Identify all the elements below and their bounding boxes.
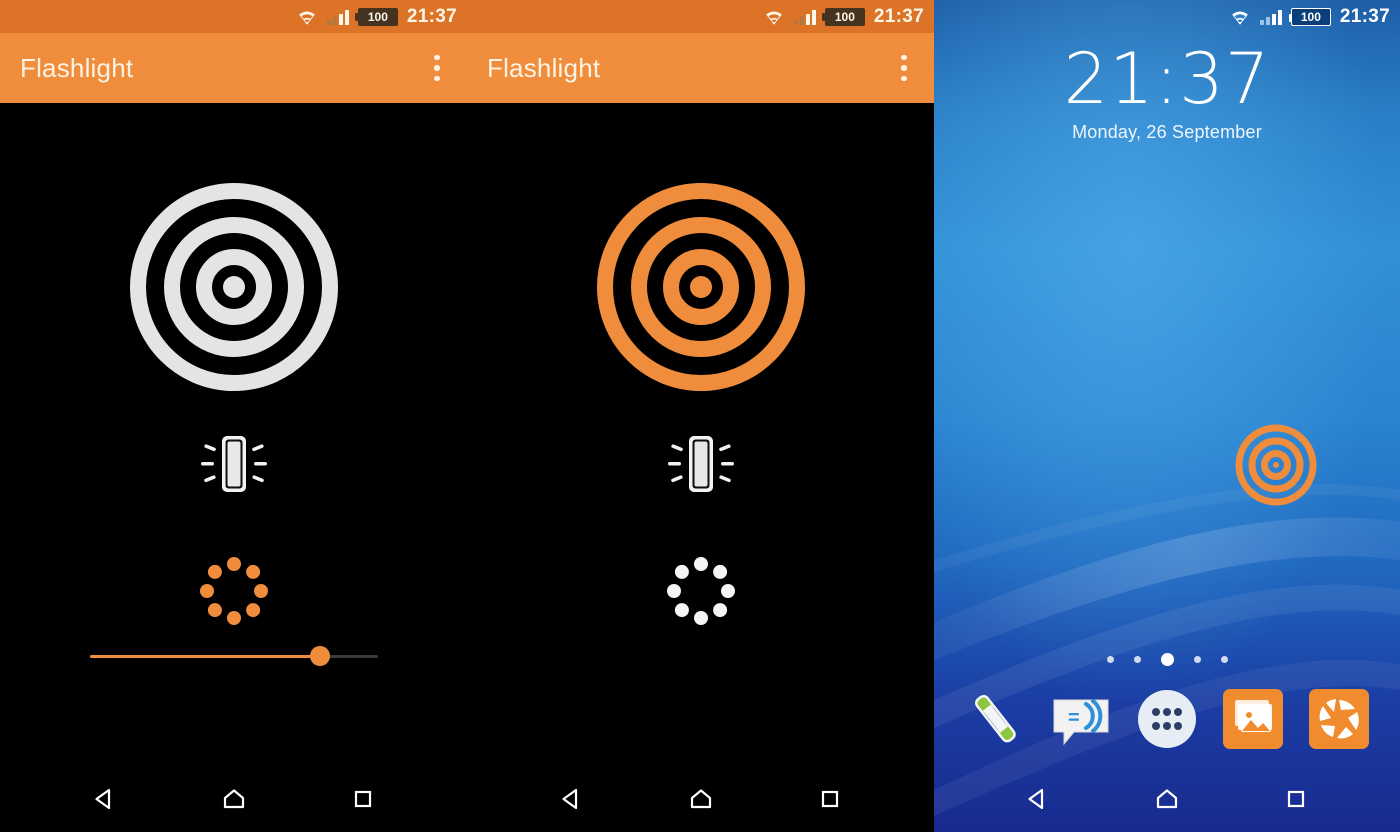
- page-dot[interactable]: [1220, 656, 1228, 663]
- slider-fill: [89, 654, 320, 658]
- overflow-menu-icon[interactable]: [425, 48, 449, 88]
- dock-app-drawer[interactable]: [1130, 682, 1204, 756]
- dock-messaging[interactable]: =: [1044, 682, 1118, 756]
- home-icon[interactable]: [673, 771, 729, 827]
- navigation-bar: [934, 765, 1400, 832]
- camera-icon: [1309, 689, 1369, 749]
- wifi-icon: [1229, 8, 1251, 25]
- status-bar-clock: 21:37: [406, 6, 457, 27]
- page-indicator: [934, 653, 1400, 666]
- gallery-icon: [1223, 689, 1283, 749]
- battery-level: 100: [834, 9, 855, 24]
- wifi-icon: [296, 8, 318, 25]
- clock-widget[interactable]: 21:37 Monday, 26 September: [934, 44, 1400, 143]
- signal-bars-icon: [326, 8, 349, 25]
- back-icon[interactable]: [1010, 771, 1066, 827]
- navigation-bar: [467, 765, 934, 832]
- back-icon[interactable]: [544, 771, 600, 827]
- recents-icon[interactable]: [802, 771, 858, 827]
- page-title: Flashlight: [487, 52, 601, 83]
- phone-screen-flashlight-on: 100 21:37 Flashlight: [467, 0, 934, 832]
- navigation-bar: [0, 765, 467, 832]
- status-bar: 100 21:37: [0, 0, 467, 33]
- strobe-dots-icon[interactable]: [196, 553, 272, 629]
- battery-icon: 100: [821, 7, 865, 26]
- slider-thumb[interactable]: [309, 646, 330, 666]
- home-icon[interactable]: [206, 771, 262, 827]
- strobe-dots-icon[interactable]: [663, 553, 739, 629]
- home-screen: 100 21:37 21:37 Monday, 26 September =: [934, 0, 1400, 832]
- signal-bars-icon: [1259, 8, 1282, 25]
- svg-text:=: =: [1068, 707, 1080, 729]
- recents-icon[interactable]: [1268, 771, 1324, 827]
- flashlight-widget[interactable]: [1234, 423, 1318, 507]
- bullseye-power-icon[interactable]: [129, 183, 338, 391]
- bullseye-power-icon[interactable]: [596, 183, 805, 391]
- vibrate-icon[interactable]: [658, 428, 744, 500]
- battery-level: 100: [1300, 9, 1321, 24]
- app-bar: Flashlight: [0, 33, 467, 103]
- battery-icon: 100: [1288, 7, 1331, 26]
- page-dot[interactable]: [1133, 656, 1141, 663]
- wifi-icon: [763, 8, 785, 25]
- bullseye-widget-icon: [1235, 424, 1317, 506]
- flashlight-controls: [0, 103, 467, 765]
- messaging-icon: =: [1053, 699, 1109, 746]
- back-icon[interactable]: [77, 771, 133, 827]
- recents-icon[interactable]: [335, 771, 391, 827]
- dock: =: [934, 682, 1400, 756]
- page-dot[interactable]: [1193, 656, 1201, 663]
- status-bar: 100 21:37: [934, 0, 1400, 33]
- dock-camera[interactable]: [1302, 682, 1376, 756]
- status-bar-clock: 21:37: [1339, 6, 1390, 27]
- battery-icon: 100: [354, 7, 398, 26]
- home-icon[interactable]: [1139, 771, 1195, 827]
- status-bar: 100 21:37: [467, 0, 934, 33]
- battery-level: 100: [367, 9, 388, 24]
- app-bar: Flashlight: [467, 33, 934, 103]
- strobe-speed-slider[interactable]: [89, 643, 378, 669]
- clock-date: Monday, 26 September: [1072, 122, 1262, 142]
- page-title: Flashlight: [20, 52, 134, 83]
- status-bar-clock: 21:37: [873, 6, 924, 27]
- phone-screen-homescreen: 100 21:37 21:37 Monday, 26 September =: [934, 0, 1400, 832]
- phone-screen-flashlight-off: 100 21:37 Flashlight: [0, 0, 467, 832]
- flashlight-controls: [467, 103, 934, 765]
- dock-gallery[interactable]: [1216, 682, 1290, 756]
- dock-phone[interactable]: [958, 682, 1032, 756]
- overflow-menu-icon[interactable]: [892, 48, 916, 88]
- screenshot-root: 100 21:37 Flashlight 100 21:37 Flashligh…: [0, 0, 1400, 832]
- page-dot-active[interactable]: [1160, 653, 1174, 666]
- phone-icon: [975, 694, 1016, 743]
- clock-time: 21:37: [1063, 38, 1271, 120]
- signal-bars-icon: [793, 8, 816, 25]
- page-dot[interactable]: [1106, 656, 1114, 663]
- vibrate-icon[interactable]: [191, 428, 277, 500]
- app-drawer-icon: [1138, 690, 1196, 748]
